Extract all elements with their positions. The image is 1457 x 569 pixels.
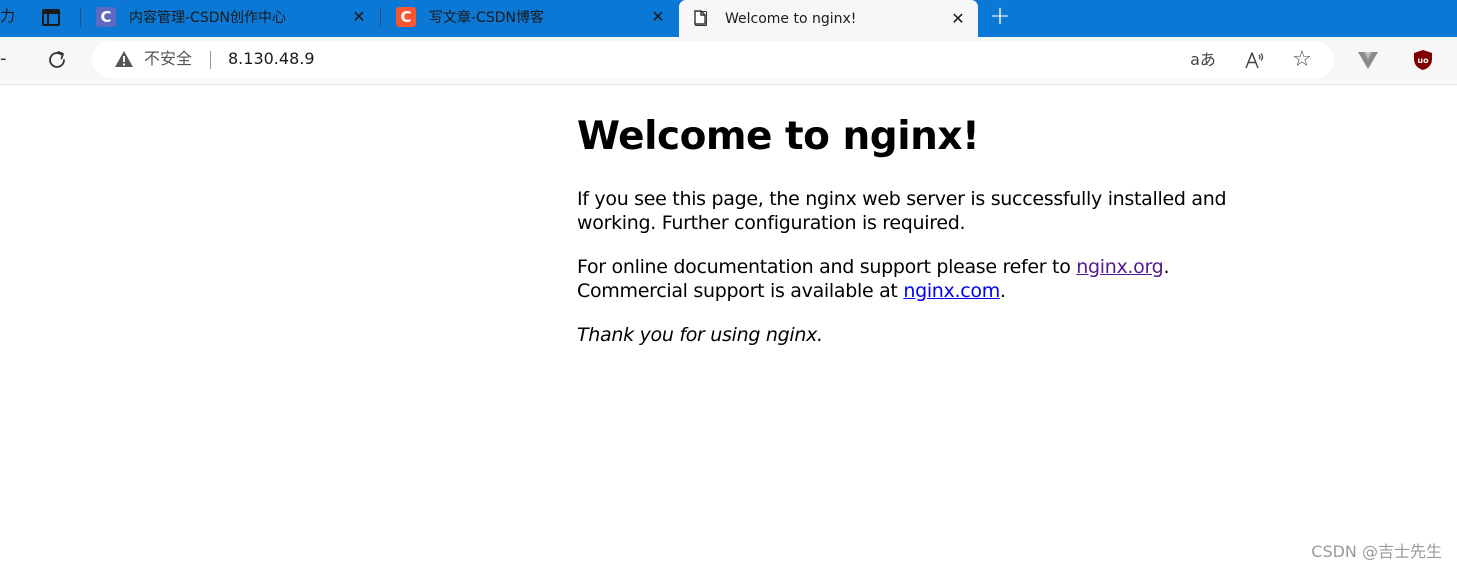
browser-toolbar: - 不安全 8.130.48.9 aあ ☆ uo [0, 37, 1457, 85]
support-paragraph: For online documentation and support ple… [577, 255, 1237, 303]
tab-title: 写文章-CSDN博客 [429, 9, 544, 26]
address-divider [210, 51, 211, 69]
url-text[interactable]: 8.130.48.9 [228, 49, 315, 69]
new-tab-button[interactable]: + [986, 3, 1014, 31]
warning-icon[interactable] [114, 50, 134, 68]
tab-close-icon[interactable]: ✕ [946, 9, 970, 28]
commercial-text: Commercial support is available at [577, 280, 904, 302]
translate-icon[interactable]: aあ [1190, 49, 1216, 71]
address-bar[interactable]: 不安全 8.130.48.9 aあ ☆ [92, 41, 1334, 78]
ublock-origin-extension-icon[interactable]: uo [1411, 48, 1435, 72]
security-status-label[interactable]: 不安全 [144, 49, 192, 69]
page-viewport: Welcome to nginx! If you see this page, … [0, 85, 1457, 569]
nginx-com-link[interactable]: nginx.com [903, 280, 1000, 302]
tab-content-management[interactable]: C 内容管理-CSDN创作中心 ✕ [81, 0, 379, 33]
vue-devtools-extension-icon[interactable] [1356, 48, 1380, 72]
read-aloud-icon[interactable] [1241, 49, 1267, 71]
svg-text:uo: uo [1417, 56, 1429, 65]
tab-close-icon[interactable]: ✕ [347, 7, 371, 26]
support-text: For online documentation and support ple… [577, 256, 1077, 278]
tab-actions-icon [42, 8, 60, 26]
tab-actions-button[interactable] [36, 4, 66, 30]
tab-partial-left[interactable]: 力 [0, 0, 18, 33]
commercial-punct: . [999, 280, 1006, 302]
browser-window: 力 C 内容管理-CSDN创作中心 ✕ C 写文章-CSDN博客 ✕ Welco… [0, 0, 1457, 569]
tab-strip: 力 C 内容管理-CSDN创作中心 ✕ C 写文章-CSDN博客 ✕ Welco… [0, 0, 1457, 37]
intro-paragraph: If you see this page, the nginx web serv… [577, 188, 1227, 234]
csdn-watermark: CSDN @吉士先生 [1311, 542, 1442, 561]
page-heading: Welcome to nginx! [577, 114, 980, 159]
tab-title: Welcome to nginx! [725, 10, 857, 27]
tab-welcome-nginx[interactable]: Welcome to nginx! ✕ [679, 0, 978, 37]
support-punct: . [1163, 256, 1170, 278]
reload-button[interactable] [44, 47, 70, 73]
tab-close-icon[interactable]: ✕ [646, 7, 670, 26]
page-document-icon [694, 10, 707, 26]
csdn-favicon-icon: C [96, 6, 116, 27]
tab-write-article[interactable]: C 写文章-CSDN博客 ✕ [381, 0, 678, 33]
tab-title: 内容管理-CSDN创作中心 [129, 9, 286, 26]
thanks-paragraph: Thank you for using nginx. [577, 324, 823, 346]
favorite-star-icon[interactable]: ☆ [1290, 49, 1314, 71]
reload-icon [49, 51, 65, 68]
csdn-favicon-icon: C [396, 6, 416, 27]
back-button[interactable]: - [0, 49, 12, 69]
nginx-org-link[interactable]: nginx.org [1076, 256, 1163, 278]
nginx-welcome-body: Welcome to nginx! If you see this page, … [577, 85, 1237, 347]
